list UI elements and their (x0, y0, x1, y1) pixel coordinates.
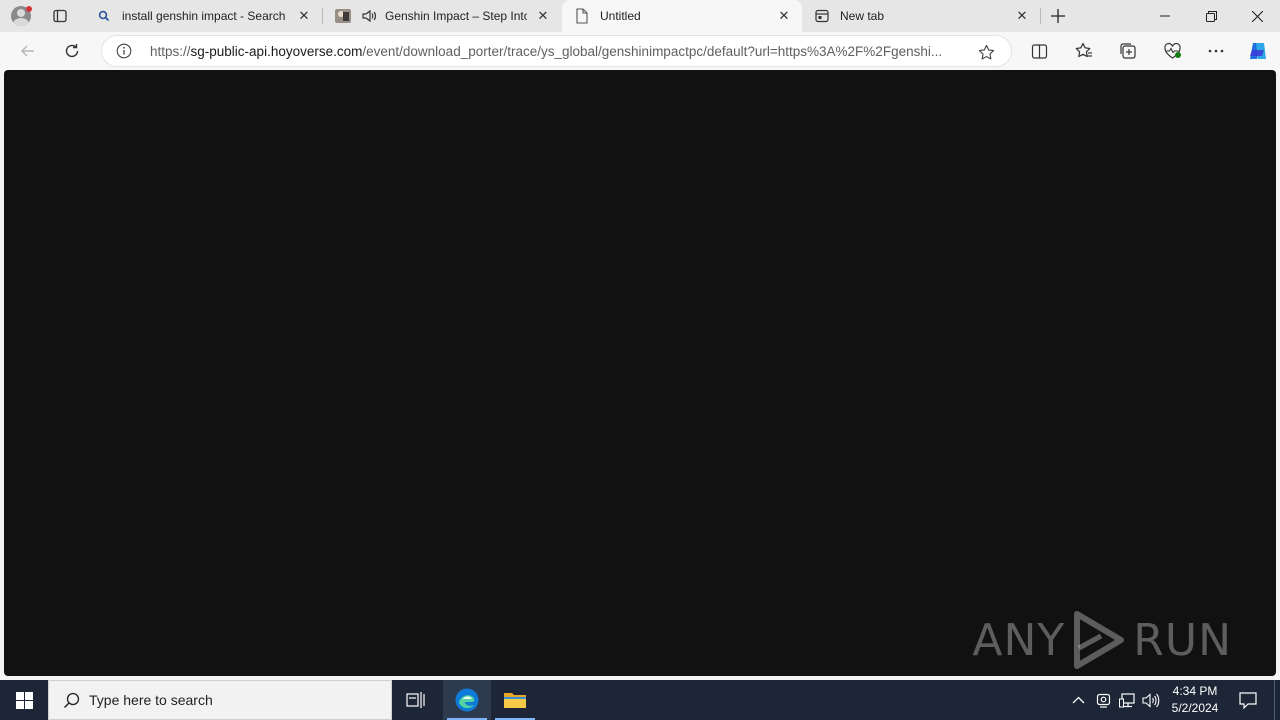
page-content: ANY RUN (4, 70, 1276, 676)
collections-button[interactable] (1113, 36, 1143, 66)
taskbar: Type here to search 4:34 PM 5/2/2024 (0, 680, 1280, 720)
split-screen-icon (1031, 43, 1047, 59)
minimize-button[interactable] (1142, 0, 1188, 32)
notification-icon (1239, 691, 1257, 709)
task-view-button[interactable] (392, 680, 440, 720)
url-path: /event/download_porter/trace/ys_global/g… (362, 43, 943, 59)
tab-untitled[interactable]: Untitled ✕ (562, 0, 802, 32)
new-tab-button[interactable] (1046, 4, 1070, 28)
page-icon (574, 8, 590, 24)
url-scheme: https:// (150, 43, 191, 59)
task-view-icon (406, 692, 425, 708)
refresh-icon (65, 44, 79, 58)
tab-title: New tab (840, 9, 885, 23)
action-center-button[interactable] (1234, 680, 1262, 720)
refresh-button[interactable] (57, 36, 87, 66)
profile-button[interactable] (8, 4, 34, 28)
network-button[interactable] (1117, 690, 1137, 710)
anyrun-watermark: ANY RUN (972, 610, 1232, 670)
start-button[interactable] (0, 680, 48, 720)
play-logo-icon (1074, 611, 1125, 669)
taskbar-search-box[interactable]: Type here to search (48, 680, 392, 720)
add-favorite-button[interactable] (975, 41, 997, 63)
tab-actions-menu-button[interactable] (46, 4, 74, 28)
close-icon[interactable]: ✕ (294, 6, 314, 26)
clock-date: 5/2/2024 (1171, 701, 1219, 715)
more-horizontal-icon (1208, 49, 1224, 53)
url-host: sg-public-api.hoyoverse.com (190, 43, 363, 59)
tray-app-icon[interactable] (1093, 690, 1113, 710)
tab-title: Untitled (600, 9, 641, 23)
tab-strip: install genshin impact - Search ✕ Genshi… (0, 0, 1280, 32)
plus-icon (1051, 9, 1065, 23)
tab-actions-icon (53, 9, 67, 23)
taskbar-clock[interactable]: 4:34 PM 5/2/2024 (1164, 683, 1226, 717)
navigation-bar: https://sg-public-api.hoyoverse.com/even… (0, 32, 1280, 70)
tab-title: Genshin Impact – Step Into (385, 9, 527, 23)
profile-notification-dot (26, 6, 32, 12)
close-window-button[interactable] (1234, 0, 1280, 32)
tab-newtab[interactable]: New tab ✕ (802, 0, 1040, 32)
taskbar-file-explorer[interactable] (491, 680, 539, 720)
restore-icon (1205, 10, 1217, 22)
newtab-icon (814, 8, 830, 24)
network-icon (1119, 692, 1135, 707)
windows-logo-icon (15, 691, 33, 709)
chevron-up-icon (1072, 696, 1084, 704)
close-icon[interactable]: ✕ (533, 6, 553, 26)
favorites-button[interactable] (1069, 36, 1099, 66)
search-placeholder: Type here to search (89, 692, 213, 708)
folder-icon (504, 693, 526, 708)
speaker-icon (1142, 692, 1160, 708)
webcam-icon (1096, 693, 1110, 708)
tab-genshin[interactable]: Genshin Impact – Step Into ✕ (323, 0, 561, 32)
info-icon[interactable] (114, 41, 134, 61)
heart-pulse-icon (1163, 42, 1181, 59)
star-icon (978, 44, 994, 59)
watermark-text-right: RUN (1133, 614, 1232, 666)
minimize-icon (1160, 15, 1170, 17)
watermark-text-left: ANY (972, 614, 1066, 666)
audio-playing-icon[interactable] (361, 8, 377, 24)
restore-button[interactable] (1188, 0, 1234, 32)
edge-icon (455, 688, 479, 712)
tab-search[interactable]: install genshin impact - Search ✕ (84, 0, 322, 32)
tab-divider (1040, 8, 1041, 24)
url-text: https://sg-public-api.hoyoverse.com/even… (150, 44, 966, 59)
clock-time: 4:34 PM (1172, 684, 1218, 698)
search-icon (96, 8, 112, 24)
back-button[interactable] (13, 36, 43, 66)
favorites-icon (1075, 42, 1092, 58)
browser-essentials-button[interactable] (1157, 36, 1187, 66)
search-icon (61, 690, 81, 710)
copilot-button[interactable] (1243, 36, 1273, 66)
game-thumbnail-icon (335, 8, 351, 24)
address-bar[interactable]: https://sg-public-api.hoyoverse.com/even… (101, 35, 1012, 67)
show-hidden-icons-button[interactable] (1068, 690, 1088, 710)
close-icon (1251, 10, 1263, 22)
close-icon[interactable]: ✕ (774, 6, 794, 26)
show-desktop-button[interactable] (1274, 680, 1280, 720)
collections-icon (1120, 43, 1136, 59)
copilot-icon (1250, 43, 1266, 59)
close-icon[interactable]: ✕ (1012, 6, 1032, 26)
tab-title: install genshin impact - Search (122, 9, 286, 23)
arrow-left-icon (21, 45, 34, 57)
taskbar-edge[interactable] (443, 680, 491, 720)
split-screen-button[interactable] (1024, 36, 1054, 66)
settings-more-button[interactable] (1201, 36, 1231, 66)
volume-button[interactable] (1141, 690, 1161, 710)
